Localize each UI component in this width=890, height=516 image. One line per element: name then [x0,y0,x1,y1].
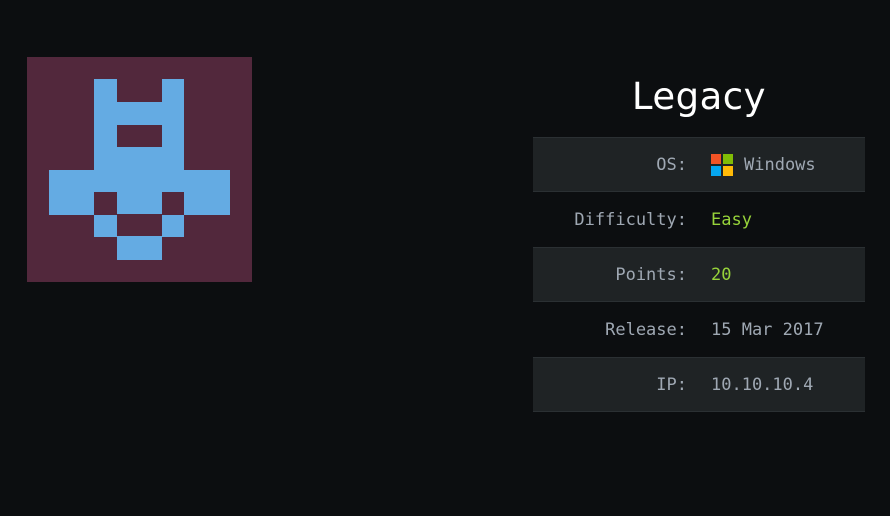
machine-details-table: OS: Windows Difficulty: Easy Points: 20 … [533,137,865,412]
detail-row-os: OS: Windows [533,137,865,192]
detail-row-ip: IP: 10.10.10.4 [533,357,865,412]
machine-avatar [27,57,252,282]
detail-row-difficulty: Difficulty: Easy [533,192,865,247]
points-value: 20 [711,264,732,285]
detail-value-os: Windows [711,153,816,176]
difficulty-value: Easy [711,209,752,230]
detail-label: IP: [656,374,687,395]
detail-row-points: Points: 20 [533,247,865,302]
machine-info-card: Legacy OS: Windows Difficulty: Easy Poin… [0,0,890,516]
pixel-robot-icon [27,57,252,282]
detail-label: Points: [615,264,687,285]
detail-row-release: Release: 15 Mar 2017 [533,302,865,357]
detail-label: Release: [605,319,687,340]
detail-label: OS: [656,154,687,175]
windows-logo-icon [711,153,733,176]
ip-address-value: 10.10.10.4 [711,374,814,395]
release-date-value: 15 Mar 2017 [711,319,824,340]
machine-title: Legacy [631,75,767,118]
os-name: Windows [744,154,816,175]
detail-label: Difficulty: [574,209,687,230]
